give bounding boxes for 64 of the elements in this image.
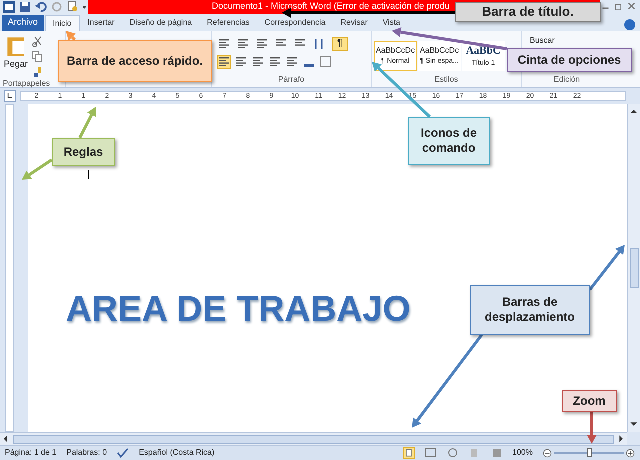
ribbon-tab[interactable]: Inicio bbox=[45, 15, 80, 31]
arrow bbox=[66, 31, 76, 42]
copy-icon[interactable] bbox=[32, 51, 44, 63]
multilevel-list-icon[interactable] bbox=[256, 38, 268, 50]
reading-layout-icon[interactable] bbox=[424, 447, 437, 459]
horizontal-scrollbar[interactable] bbox=[0, 432, 627, 445]
show-marks-button[interactable]: ¶ bbox=[332, 37, 348, 51]
arrow bbox=[78, 107, 96, 139]
group-label: Estilos bbox=[434, 74, 460, 86]
numbering-icon[interactable] bbox=[237, 38, 249, 50]
proofing-icon[interactable] bbox=[117, 447, 130, 459]
callout-label: Zoom bbox=[562, 390, 617, 412]
arrow bbox=[22, 158, 53, 180]
arrow bbox=[372, 62, 432, 118]
text-cursor bbox=[88, 170, 89, 179]
zoom-out-icon[interactable] bbox=[543, 448, 552, 458]
center-icon[interactable] bbox=[235, 56, 247, 68]
ribbon-tab[interactable]: Diseño de página bbox=[122, 15, 200, 31]
tab-stop-icon[interactable] bbox=[4, 90, 16, 102]
word-count: Palabras: 0 bbox=[66, 447, 108, 459]
language-label: Español (Costa Rica) bbox=[139, 447, 215, 459]
print-layout-icon[interactable] bbox=[402, 447, 415, 459]
find-button[interactable]: Buscar bbox=[530, 35, 555, 47]
page-count: Página: 1 de 1 bbox=[5, 447, 57, 459]
help-icon[interactable] bbox=[624, 19, 636, 31]
callout-label: Reglas bbox=[52, 138, 115, 166]
ribbon-tab[interactable]: Correspondencia bbox=[258, 15, 333, 31]
print-preview-icon[interactable] bbox=[67, 1, 79, 13]
borders-icon[interactable] bbox=[320, 56, 332, 68]
zoom-in-icon[interactable] bbox=[626, 448, 635, 458]
scroll-thumb[interactable] bbox=[13, 434, 614, 444]
save-icon[interactable] bbox=[19, 1, 31, 13]
ribbon-tab[interactable]: Vista bbox=[376, 15, 408, 31]
align-right-icon[interactable] bbox=[252, 56, 264, 68]
callout-label: Barra de acceso rápido. bbox=[58, 40, 212, 82]
paste-button[interactable]: Pegar bbox=[4, 58, 28, 72]
web-layout-icon[interactable] bbox=[446, 447, 459, 459]
align-left-icon[interactable] bbox=[218, 56, 230, 68]
vertical-scrollbar[interactable] bbox=[627, 104, 640, 432]
file-tab[interactable]: Archivo bbox=[2, 15, 44, 31]
ribbon-tab[interactable]: Revisar bbox=[334, 15, 375, 31]
justify-icon[interactable] bbox=[269, 56, 281, 68]
word-art-heading: AREA DE TRABAJO bbox=[66, 288, 411, 329]
callout-label: Barras de desplazamiento bbox=[470, 285, 590, 335]
callout-label: Iconos de comando bbox=[408, 117, 490, 165]
arrow bbox=[588, 245, 625, 291]
callout-label: Barra de título. bbox=[455, 2, 601, 22]
scroll-right-icon[interactable] bbox=[617, 433, 625, 445]
group-label: Portapapeles bbox=[2, 78, 52, 90]
line-spacing-icon[interactable] bbox=[286, 56, 298, 68]
undo-icon[interactable] bbox=[35, 1, 47, 13]
scroll-left-icon[interactable] bbox=[2, 433, 10, 445]
callout-label: Cinta de opciones bbox=[507, 48, 632, 72]
zoom-slider-thumb[interactable] bbox=[587, 448, 592, 457]
arrow bbox=[587, 412, 597, 444]
group-label: Edición bbox=[552, 74, 582, 86]
scroll-thumb[interactable] bbox=[630, 248, 638, 288]
ribbon-tab[interactable]: Insertar bbox=[80, 15, 122, 31]
ribbon-tab[interactable]: Referencias bbox=[200, 15, 257, 31]
zoom-percent: 100% bbox=[512, 447, 533, 459]
bullets-icon[interactable] bbox=[218, 38, 230, 50]
scissors-icon[interactable] bbox=[32, 36, 44, 48]
group-label: Párrafo bbox=[277, 74, 306, 86]
word-icon[interactable] bbox=[3, 1, 15, 13]
